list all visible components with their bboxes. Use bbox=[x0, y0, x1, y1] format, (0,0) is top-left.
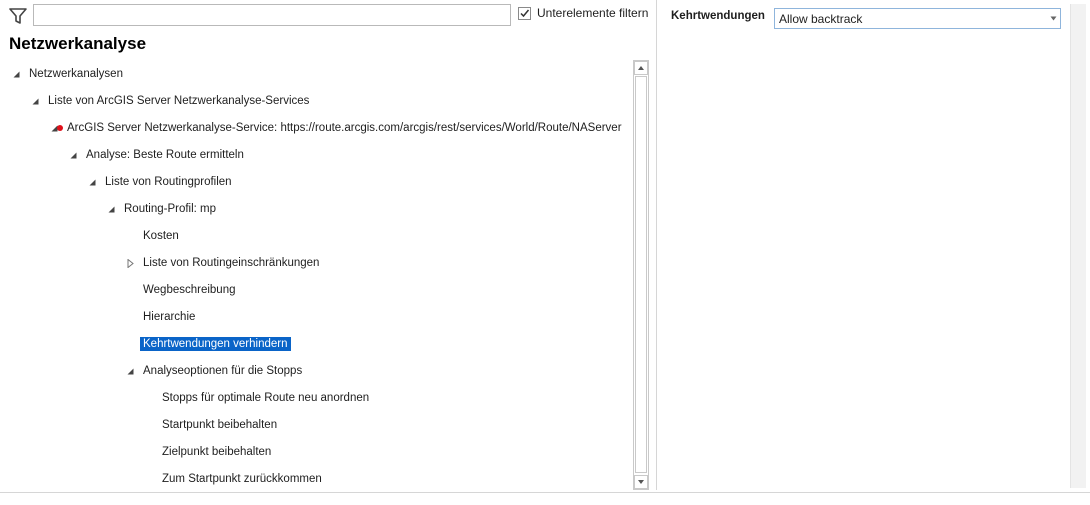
tree-node-label: Netzwerkanalysen bbox=[29, 68, 123, 80]
tree-node[interactable]: Routing-Profil: mp bbox=[0, 199, 632, 219]
tree-node[interactable]: ArcGIS Server Netzwerkanalyse-Service: h… bbox=[0, 118, 632, 138]
chevron-down-icon bbox=[1046, 16, 1060, 21]
page-title: Netzwerkanalyse bbox=[9, 34, 147, 53]
tree-node-label: Zum Startpunkt zurückkommen bbox=[162, 473, 322, 485]
expanded-triangle-icon[interactable] bbox=[30, 96, 40, 106]
subelements-filter-option[interactable]: Unterelemente filtern bbox=[518, 5, 648, 21]
tree-node-label: Startpunkt beibehalten bbox=[162, 419, 278, 431]
expanded-triangle-icon[interactable] bbox=[11, 69, 21, 79]
expanded-triangle-icon[interactable] bbox=[125, 366, 135, 376]
search-input[interactable] bbox=[33, 4, 511, 26]
expanded-triangle-icon[interactable] bbox=[106, 204, 116, 214]
tree-node-label: Analyse: Beste Route ermitteln bbox=[86, 149, 244, 161]
property-select-value: Allow backtrack bbox=[779, 11, 863, 26]
scroll-thumb[interactable] bbox=[635, 76, 647, 473]
tree-node-label: Liste von Routingeinschränkungen bbox=[143, 257, 320, 269]
tree-node-label: Stopps für optimale Route neu anordnen bbox=[162, 392, 370, 404]
tree-node[interactable]: Liste von Routingeinschränkungen bbox=[0, 253, 632, 273]
tree-node-label: Routing-Profil: mp bbox=[124, 203, 217, 215]
tree-node-label: ArcGIS Server Netzwerkanalyse-Service: h… bbox=[67, 122, 622, 134]
pane-divider[interactable] bbox=[656, 0, 657, 490]
property-value-select[interactable]: Allow backtrack bbox=[774, 8, 1061, 29]
scroll-up-button[interactable] bbox=[634, 61, 648, 75]
tree-node[interactable]: Liste von Routingprofilen bbox=[0, 172, 632, 192]
tree-node[interactable]: Analyse: Beste Route ermitteln bbox=[0, 145, 632, 165]
tree-node[interactable]: Liste von ArcGIS Server Netzwerkanalyse-… bbox=[0, 91, 632, 111]
error-status-icon bbox=[57, 125, 63, 131]
tree-node[interactable]: Wegbeschreibung bbox=[0, 280, 632, 300]
tree-node[interactable]: Startpunkt beibehalten bbox=[0, 415, 632, 435]
tree-node[interactable]: Hierarchie bbox=[0, 307, 632, 327]
tree-node[interactable]: Kehrtwendungen verhindern bbox=[0, 334, 632, 354]
tree-view: Netzwerkanalysen Liste von ArcGIS Server … bbox=[0, 60, 632, 492]
scroll-down-button[interactable] bbox=[634, 475, 648, 489]
tree-node[interactable]: Netzwerkanalysen bbox=[0, 64, 632, 84]
tree-node[interactable]: Stopps für optimale Route neu anordnen bbox=[0, 388, 632, 408]
arrow-up-icon bbox=[638, 66, 644, 70]
properties-scrollbar[interactable] bbox=[1070, 4, 1086, 488]
tree-node-label: Zielpunkt beibehalten bbox=[162, 446, 272, 458]
subelements-filter-label: Unterelemente filtern bbox=[537, 6, 649, 20]
filter-funnel-icon[interactable] bbox=[9, 7, 27, 25]
property-label: Kehrtwendungen bbox=[671, 10, 765, 22]
tree-node-label: Liste von Routingprofilen bbox=[105, 176, 232, 188]
tree-node-label: Wegbeschreibung bbox=[143, 284, 236, 296]
tree-pane: Unterelemente filtern Netzwerkanalyse Ne… bbox=[0, 0, 656, 492]
arrow-down-icon bbox=[638, 480, 644, 484]
expanded-triangle-icon[interactable] bbox=[68, 150, 78, 160]
tree-node[interactable]: Zielpunkt beibehalten bbox=[0, 442, 632, 462]
tree-node[interactable]: Kosten bbox=[0, 226, 632, 246]
tree-node-label: Hierarchie bbox=[143, 311, 196, 323]
collapsed-triangle-icon[interactable] bbox=[125, 258, 135, 268]
tree-node[interactable]: Analyseoptionen für die Stopps bbox=[0, 361, 632, 381]
tree-node-label: Liste von ArcGIS Server Netzwerkanalyse-… bbox=[48, 95, 310, 107]
tree-node-label: Kosten bbox=[143, 230, 179, 242]
tree-node-label: Kehrtwendungen verhindern bbox=[140, 337, 291, 351]
bottom-border bbox=[0, 492, 1090, 493]
tree-node-label: Analyseoptionen für die Stopps bbox=[143, 365, 303, 377]
expanded-triangle-icon[interactable] bbox=[87, 177, 97, 187]
subelements-filter-checkbox[interactable] bbox=[518, 6, 531, 20]
tree-scrollbar[interactable] bbox=[633, 60, 649, 490]
tree-node[interactable]: Zum Startpunkt zurückkommen bbox=[0, 469, 632, 489]
